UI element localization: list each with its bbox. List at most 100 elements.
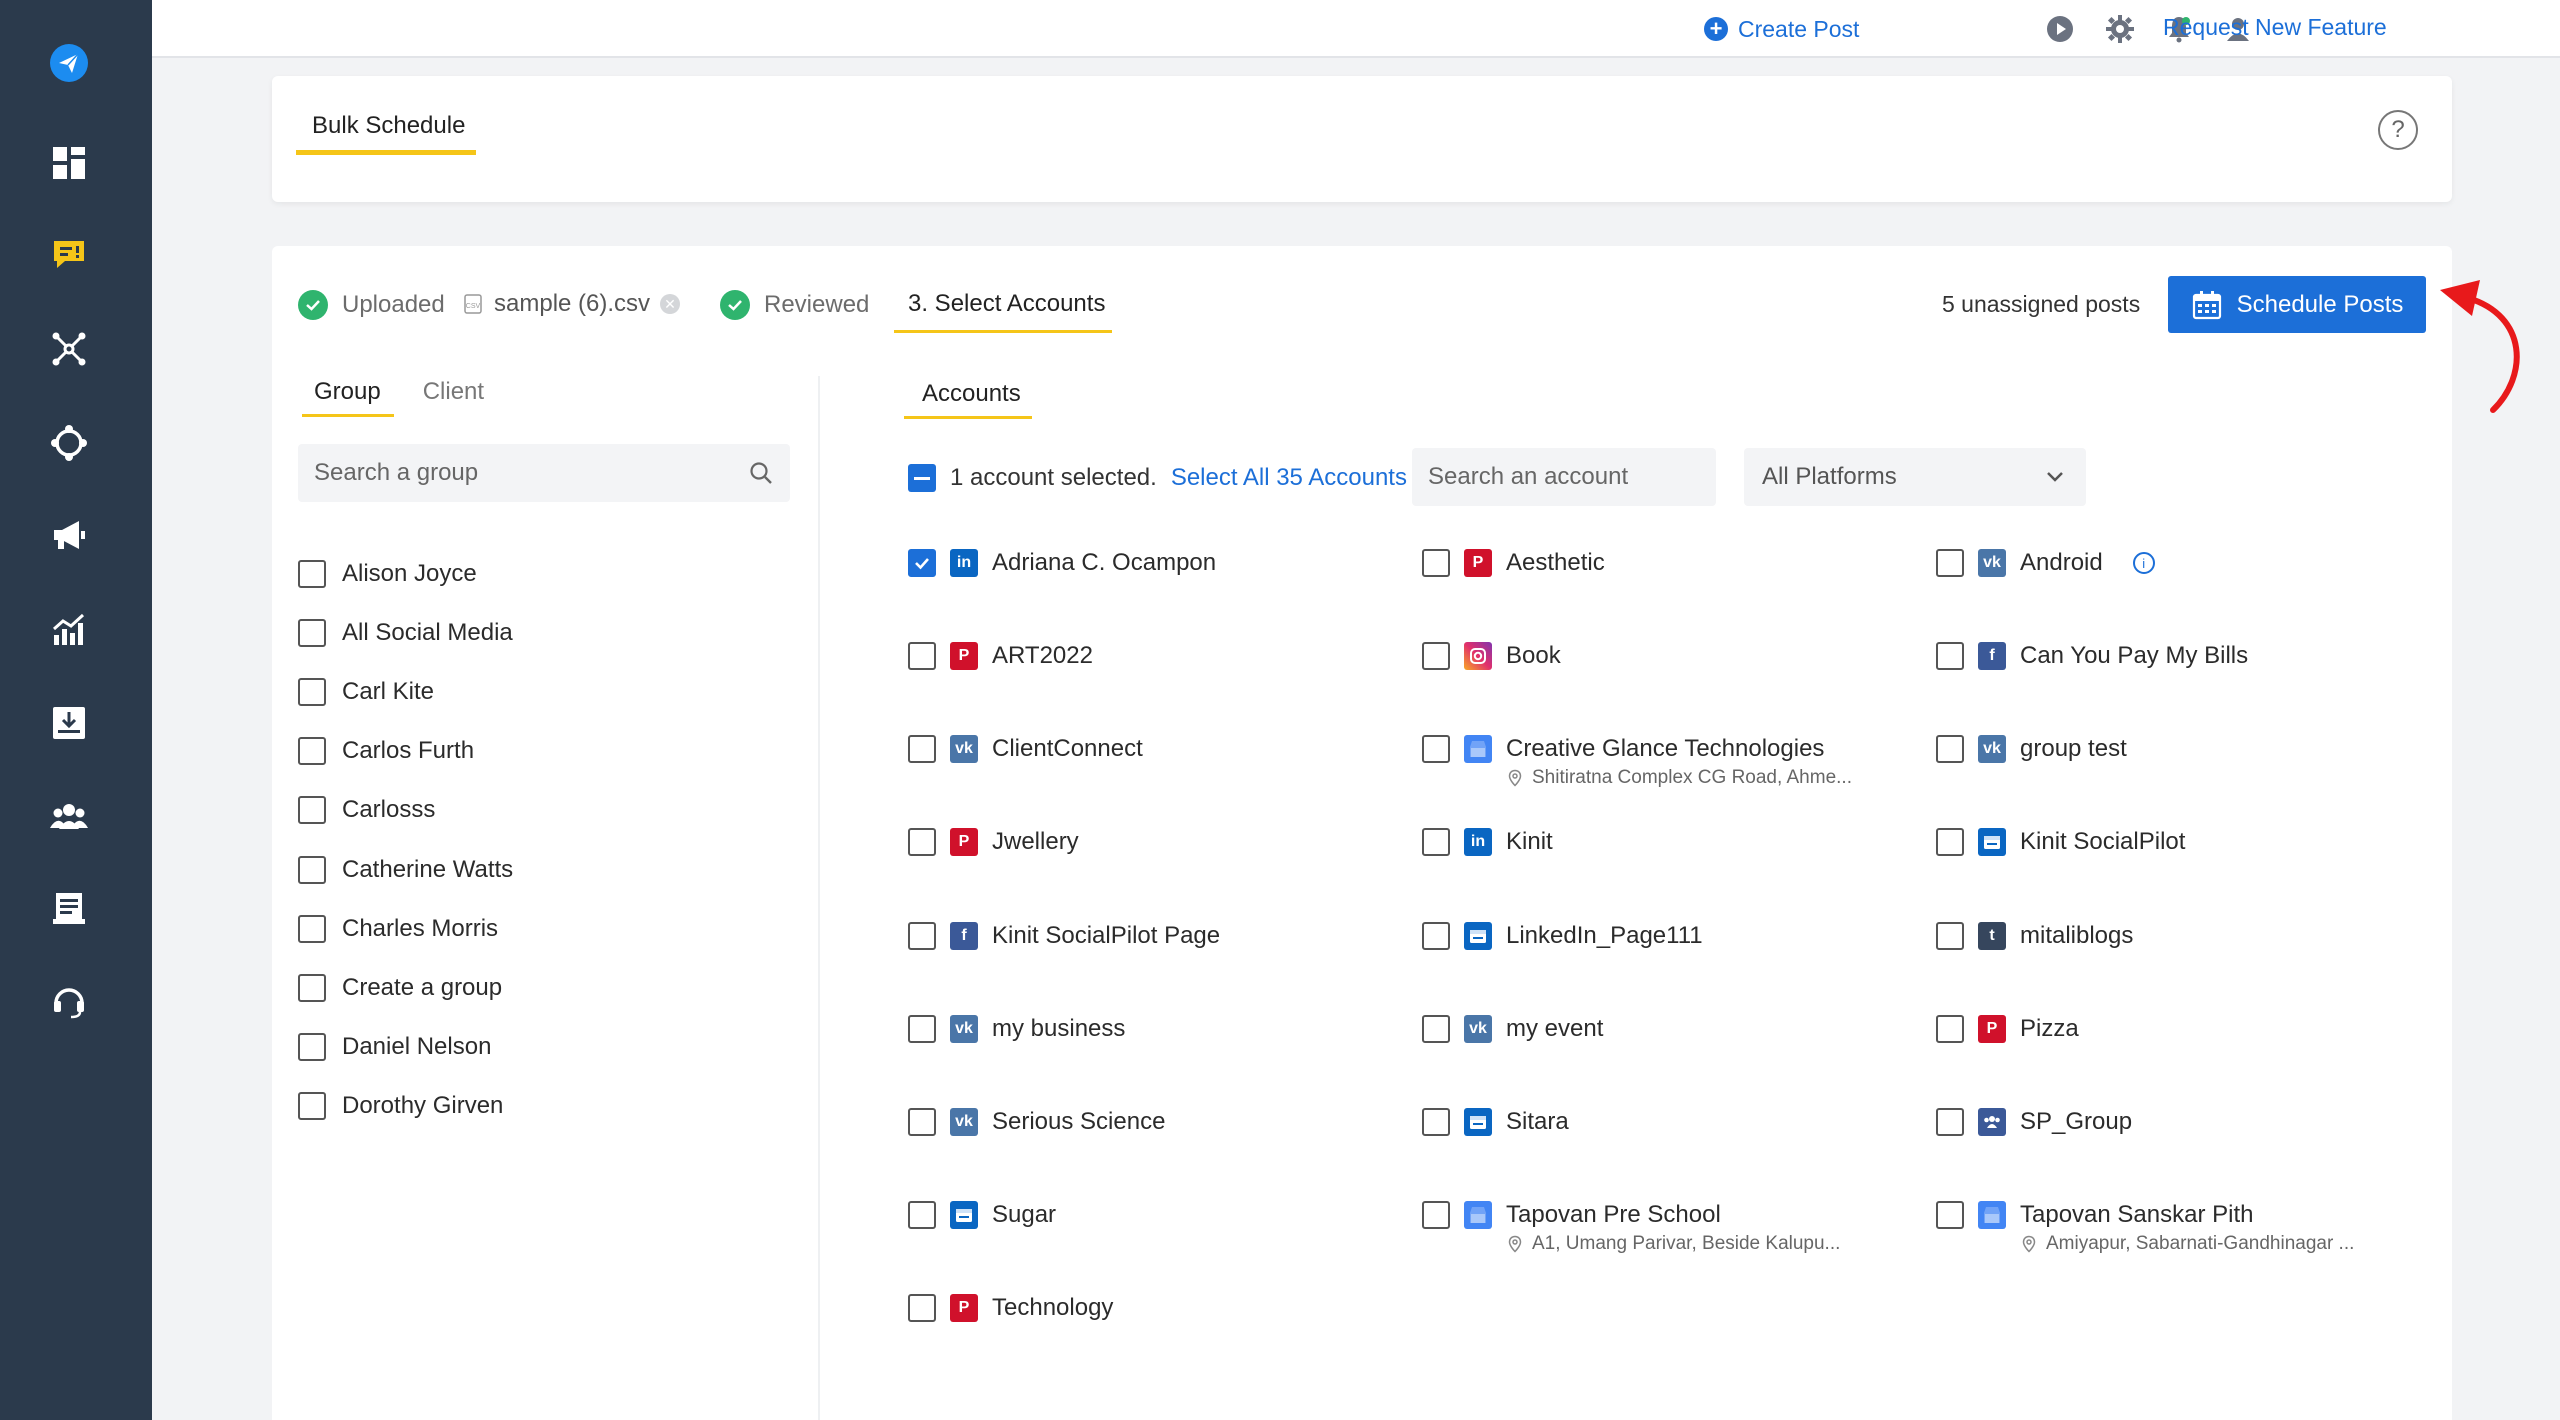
tab-client[interactable]: Client	[423, 378, 484, 406]
checkbox[interactable]	[908, 642, 936, 670]
account-item[interactable]: P Jwellery	[908, 828, 1079, 856]
tab-group[interactable]: Group	[314, 378, 381, 406]
app-logo-icon[interactable]	[46, 40, 92, 86]
account-item[interactable]: Book	[1422, 642, 1561, 670]
checkbox[interactable]	[908, 922, 936, 950]
list-item[interactable]: Carl Kite	[298, 662, 513, 721]
vk-icon: vk	[950, 735, 978, 763]
account-item[interactable]: t mitaliblogs	[1936, 922, 2133, 950]
account-item[interactable]: f Can You Pay My Bills	[1936, 642, 2248, 670]
checkbox[interactable]	[1422, 1015, 1450, 1043]
dashboard-icon[interactable]	[46, 140, 92, 186]
list-item[interactable]: Dorothy Girven	[298, 1077, 513, 1136]
platform-filter-select[interactable]: All Platforms	[1744, 448, 2086, 506]
checkbox[interactable]	[1936, 735, 1964, 763]
play-video-icon[interactable]	[2044, 13, 2076, 45]
list-item[interactable]: Catherine Watts	[298, 840, 513, 899]
list-item[interactable]: Alison Joyce	[298, 544, 513, 603]
account-item[interactable]: Sitara	[1422, 1108, 1569, 1136]
checkbox[interactable]	[1422, 642, 1450, 670]
list-item[interactable]: Create a group	[298, 958, 513, 1017]
checkbox[interactable]	[908, 1201, 936, 1229]
account-item[interactable]: vk group test	[1936, 735, 2127, 763]
account-item[interactable]: in Adriana C. Ocampon	[908, 549, 1216, 577]
tab-accounts[interactable]: Accounts	[922, 380, 1021, 408]
account-item[interactable]: vk ClientConnect	[908, 735, 1143, 763]
checkbox[interactable]	[298, 737, 326, 766]
account-item[interactable]: P Pizza	[1936, 1015, 2079, 1043]
checkbox[interactable]	[298, 796, 326, 825]
search-icon[interactable]	[748, 460, 774, 486]
checkbox[interactable]	[298, 973, 326, 1002]
request-new-feature-link[interactable]: Request New Feature	[2163, 14, 2387, 41]
info-icon[interactable]: i	[2132, 552, 2155, 574]
checkbox[interactable]	[908, 549, 936, 577]
account-item[interactable]: in Kinit	[1422, 828, 1553, 856]
posts-icon[interactable]	[46, 232, 92, 278]
create-post-button[interactable]: + Create Post	[1704, 12, 1859, 46]
checkbox[interactable]	[1936, 1108, 1964, 1136]
checkbox[interactable]	[298, 677, 326, 706]
team-icon[interactable]	[46, 794, 92, 840]
checkbox[interactable]	[1422, 1201, 1450, 1229]
support-headset-icon[interactable]	[46, 978, 92, 1024]
checkbox[interactable]	[1422, 735, 1450, 763]
account-search-input[interactable]	[1428, 463, 1738, 491]
account-item[interactable]: Sugar	[908, 1201, 1056, 1229]
help-icon[interactable]: ?	[2378, 110, 2418, 150]
checkbox[interactable]	[1422, 922, 1450, 950]
checkbox[interactable]	[1422, 828, 1450, 856]
checkbox[interactable]	[908, 1108, 936, 1136]
analytics-icon[interactable]	[46, 606, 92, 652]
checkbox[interactable]	[1936, 1015, 1964, 1043]
checkbox[interactable]	[1936, 549, 1964, 577]
account-item[interactable]: vk Serious Science	[908, 1108, 1165, 1136]
checkbox[interactable]	[908, 735, 936, 763]
account-item[interactable]: vk my business	[908, 1015, 1125, 1043]
list-item[interactable]: Carlosss	[298, 781, 513, 840]
checkbox[interactable]	[298, 914, 326, 943]
checkbox[interactable]	[1936, 922, 1964, 950]
list-item[interactable]: Charles Morris	[298, 899, 513, 958]
account-item[interactable]: vk my event	[1422, 1015, 1603, 1043]
checkbox[interactable]	[298, 855, 326, 884]
tab-bulk-schedule[interactable]: Bulk Schedule	[312, 112, 465, 140]
content-library-icon[interactable]	[46, 886, 92, 932]
connections-icon[interactable]	[46, 326, 92, 372]
account-item[interactable]: f Kinit SocialPilot Page	[908, 922, 1220, 950]
list-item[interactable]: Carlos Furth	[298, 722, 513, 781]
account-item[interactable]: Kinit SocialPilot	[1936, 828, 2185, 856]
select-all-accounts-link[interactable]: Select All 35 Accounts	[1171, 464, 1407, 492]
list-item[interactable]: Daniel Nelson	[298, 1018, 513, 1077]
checkbox[interactable]	[298, 618, 326, 647]
checkbox[interactable]	[908, 1294, 936, 1322]
account-item[interactable]: SP_Group	[1936, 1108, 2132, 1136]
account-item[interactable]: Tapovan Pre School A1, Umang Parivar, Be…	[1422, 1201, 1840, 1255]
group-search-input[interactable]	[314, 459, 748, 487]
checkbox[interactable]	[1422, 549, 1450, 577]
account-item[interactable]: P Technology	[908, 1294, 1113, 1322]
inbox-download-icon[interactable]	[46, 700, 92, 746]
campaign-megaphone-icon[interactable]	[46, 512, 92, 558]
checkbox[interactable]	[298, 1033, 326, 1062]
remove-file-icon[interactable]: ✕	[660, 294, 681, 314]
indeterminate-checkbox[interactable]	[908, 464, 936, 492]
checkbox[interactable]	[908, 828, 936, 856]
account-item[interactable]: P ART2022	[908, 642, 1093, 670]
checkbox[interactable]	[1422, 1108, 1450, 1136]
checkbox[interactable]	[908, 1015, 936, 1043]
checkbox[interactable]	[1936, 1201, 1964, 1229]
account-item[interactable]: vk Android i	[1936, 549, 2155, 577]
list-item[interactable]: All Social Media	[298, 603, 513, 662]
checkbox[interactable]	[1936, 642, 1964, 670]
account-item[interactable]: LinkedIn_Page111	[1422, 922, 1703, 950]
checkbox[interactable]	[1936, 828, 1964, 856]
checkbox[interactable]	[298, 1092, 326, 1121]
settings-gear-icon[interactable]	[2104, 13, 2136, 45]
integrations-icon[interactable]	[46, 420, 92, 466]
checkbox[interactable]	[298, 559, 326, 588]
account-item[interactable]: Tapovan Sanskar Pith Amiyapur, Sabarnati…	[1936, 1201, 2354, 1255]
account-item[interactable]: P Aesthetic	[1422, 549, 1605, 577]
schedule-posts-button[interactable]: Schedule Posts	[2168, 276, 2426, 333]
account-item[interactable]: Creative Glance Technologies Shitiratna …	[1422, 735, 1852, 789]
